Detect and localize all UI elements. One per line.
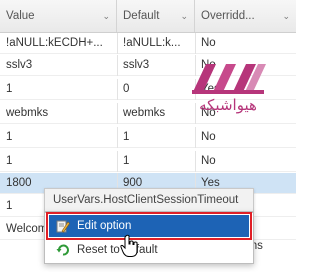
chevron-down-icon[interactable]: ⌄	[102, 0, 110, 32]
overridden-cell: No	[201, 155, 216, 167]
chevron-down-icon[interactable]: ⌄	[180, 0, 188, 32]
logo-text: هیواشبکه	[199, 96, 257, 114]
default-cell: 1	[123, 131, 130, 143]
overridden-cell: No	[201, 131, 216, 143]
column-header-label: Value	[6, 10, 35, 22]
table-row[interactable]: 1 1 No	[0, 127, 296, 148]
edit-option-label: Edit option	[77, 220, 132, 232]
chevron-down-icon[interactable]: ⌄	[282, 0, 290, 32]
context-menu: Edit option Reset to default	[44, 212, 254, 264]
value-cell: sslv3	[6, 59, 33, 71]
column-header-label: Default	[123, 10, 160, 22]
reset-to-default-label: Reset to default	[77, 244, 158, 256]
default-cell: !aNULL:k...	[123, 37, 181, 49]
default-cell: 1	[123, 155, 130, 167]
value-cell: 1	[6, 155, 13, 167]
hand-cursor-icon	[120, 234, 138, 257]
value-cell: !aNULL:kECDH+...	[6, 37, 103, 49]
grid-header: Value ⌄ Default ⌄ Overridd... ⌄	[0, 0, 296, 33]
column-header-default[interactable]: Default ⌄	[117, 0, 195, 32]
value-cell: 1	[6, 83, 13, 95]
column-header-label: Overridd...	[201, 10, 255, 22]
setting-key-tooltip: UserVars.HostClientSessionTimeout	[44, 188, 254, 212]
value-cell: webmks	[6, 107, 49, 119]
logo: هیواشبکه	[178, 60, 288, 122]
logo-mark-icon	[192, 64, 266, 94]
column-header-overridden[interactable]: Overridd... ⌄	[195, 0, 296, 32]
reset-icon	[56, 244, 69, 256]
edit-icon	[56, 220, 70, 233]
table-row[interactable]: !aNULL:kECDH+... !aNULL:k... No	[0, 33, 296, 54]
column-header-value[interactable]: Value ⌄	[0, 0, 117, 32]
edit-option-menu-item[interactable]: Edit option	[46, 212, 252, 240]
table-row[interactable]: 1 1 No	[0, 151, 296, 172]
reset-to-default-menu-item[interactable]: Reset to default	[49, 239, 249, 261]
overridden-cell: No	[201, 37, 216, 49]
value-cell: 1	[6, 131, 13, 143]
